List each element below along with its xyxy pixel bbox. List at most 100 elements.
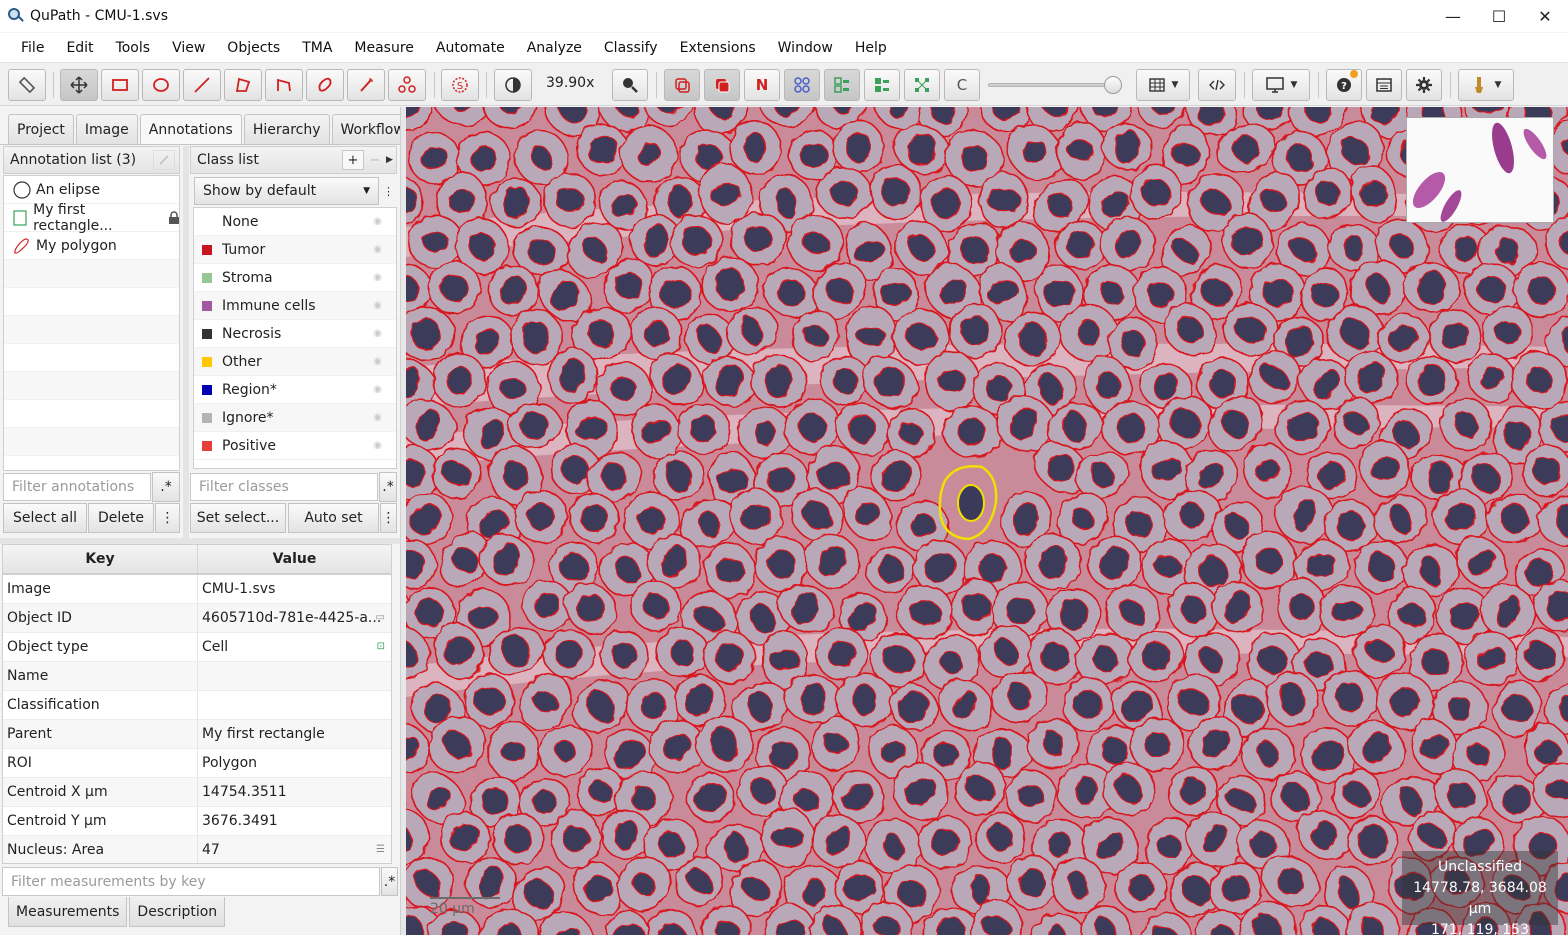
menu-tools[interactable]: Tools [105, 34, 162, 62]
image-viewer[interactable]: 20 µm Unclassified 14778.78, 3684.08 µm … [406, 107, 1568, 935]
show-tma-grid-button[interactable] [784, 69, 820, 101]
menu-objects[interactable]: Objects [216, 34, 291, 62]
menu-measure[interactable]: Measure [343, 34, 425, 62]
menu-classify[interactable]: Classify [593, 34, 669, 62]
table-row[interactable]: Nucleus: Area 47 ☰ [3, 836, 391, 863]
table-row[interactable]: Parent My first rectangle [3, 720, 391, 749]
annotation-item[interactable]: My polygon [4, 232, 179, 260]
opacity-slider-thumb[interactable] [1104, 76, 1122, 94]
class-item-necrosis[interactable]: Necrosis ◉ [194, 320, 396, 348]
menu-window[interactable]: Window [767, 34, 844, 62]
extensions-menu-button[interactable]: ▼ [1458, 69, 1514, 101]
brightness-contrast-button[interactable] [494, 69, 532, 101]
rectangle-tool-button[interactable] [101, 69, 139, 101]
maximize-button[interactable]: ☐ [1476, 0, 1522, 32]
annotations-regex-toggle[interactable]: .* [152, 472, 180, 502]
viewer-options-button[interactable]: ▼ [1252, 69, 1310, 101]
annotation-list[interactable]: An elipse My first rectangle... My polyg… [3, 175, 180, 471]
filter-classes-input[interactable]: Filter classes [190, 473, 378, 501]
show-detections-button[interactable] [824, 69, 860, 101]
points-tool-button[interactable] [388, 69, 426, 101]
line-tool-button[interactable] [183, 69, 221, 101]
annotations-more-button[interactable]: ⋮ [155, 503, 180, 533]
tab-description[interactable]: Description [129, 897, 226, 927]
filter-annotations-input[interactable]: Filter annotations [3, 473, 151, 501]
fill-annotations-button[interactable] [704, 69, 740, 101]
annotation-item[interactable]: My first rectangle... [4, 202, 179, 234]
minimize-button[interactable]: — [1430, 0, 1476, 32]
tissue-image[interactable] [406, 107, 1568, 935]
table-row[interactable]: Object ID 4605710d-781e-4425-a... ▭ [3, 604, 391, 633]
annotation-item[interactable]: An elipse [4, 176, 179, 204]
zoom-to-fit-button[interactable] [612, 69, 648, 101]
class-item-other[interactable]: Other ◉ [194, 348, 396, 376]
measurements-regex-toggle[interactable]: .* [381, 867, 398, 896]
menu-view[interactable]: View [161, 34, 216, 62]
class-menu-arrow-icon[interactable]: ▶ [386, 155, 396, 165]
menu-edit[interactable]: Edit [55, 34, 104, 62]
overview-thumbnail[interactable] [1406, 117, 1554, 223]
show-annotations-button[interactable] [664, 69, 700, 101]
move-tool-button[interactable] [60, 69, 98, 101]
id-card-icon[interactable]: ▭ [376, 612, 385, 623]
remove-class-button[interactable]: − [364, 150, 386, 170]
menu-analyze[interactable]: Analyze [516, 34, 593, 62]
eye-icon[interactable]: ◉ [373, 272, 382, 283]
show-names-button[interactable]: N [744, 69, 780, 101]
eye-icon[interactable]: ◉ [373, 244, 382, 255]
edit-annotation-button[interactable] [153, 150, 175, 170]
auto-set-button[interactable]: Auto set [288, 503, 379, 533]
polygon-tool-button[interactable] [224, 69, 262, 101]
selection-mode-button[interactable]: S [441, 69, 479, 101]
class-list[interactable]: None ◉ Tumor ◉ Stroma ◉ Immune cells ◉ N… [193, 207, 397, 469]
table-row[interactable]: ROI Polygon [3, 749, 391, 778]
menu-tma[interactable]: TMA [291, 34, 343, 62]
class-item-immune-cells[interactable]: Immune cells ◉ [194, 292, 396, 320]
eye-icon[interactable]: ◉ [373, 328, 382, 339]
preferences-button[interactable] [1406, 69, 1442, 101]
close-button[interactable]: ✕ [1522, 0, 1568, 32]
polyline-tool-button[interactable] [265, 69, 303, 101]
show-connections-button[interactable] [904, 69, 940, 101]
menu-automate[interactable]: Automate [425, 34, 516, 62]
show-analysis-pane-button[interactable] [8, 69, 46, 101]
classes-regex-toggle[interactable]: .* [379, 472, 397, 502]
value-column-header[interactable]: Value [198, 545, 391, 573]
tab-hierarchy[interactable]: Hierarchy [243, 114, 330, 144]
class-item-none[interactable]: None ◉ [194, 208, 396, 236]
menu-extensions[interactable]: Extensions [669, 34, 767, 62]
pane-divider[interactable] [183, 146, 189, 538]
eye-icon[interactable]: ◉ [373, 384, 382, 395]
filter-measurements-input[interactable]: Filter measurements by key [2, 867, 380, 896]
opacity-slider-track[interactable] [988, 83, 1112, 87]
menu-file[interactable]: File [0, 34, 55, 62]
table-row[interactable]: Image CMU-1.svs [3, 575, 391, 604]
fill-detections-button[interactable] [864, 69, 900, 101]
tab-measurements[interactable]: Measurements [8, 897, 128, 927]
classes-more-button[interactable]: ⋮ [380, 503, 397, 533]
log-button[interactable] [1366, 69, 1402, 101]
tab-image[interactable]: Image [75, 114, 138, 144]
wand-tool-button[interactable] [347, 69, 385, 101]
eye-icon[interactable]: ◉ [373, 440, 382, 451]
table-row[interactable]: Name [3, 662, 391, 691]
class-item-region[interactable]: Region* ◉ [194, 376, 396, 404]
class-item-stroma[interactable]: Stroma ◉ [194, 264, 396, 292]
tab-annotations[interactable]: Annotations [139, 114, 242, 144]
brush-tool-button[interactable] [306, 69, 344, 101]
eye-icon[interactable]: ◉ [373, 412, 382, 423]
table-row[interactable]: Centroid X µm 14754.3511 [3, 778, 391, 807]
class-item-ignore[interactable]: Ignore* ◉ [194, 404, 396, 432]
eye-icon[interactable]: ◉ [373, 216, 382, 227]
select-all-button[interactable]: Select all [3, 503, 87, 533]
table-row[interactable]: Centroid Y µm 3676.3491 [3, 807, 391, 836]
key-column-header[interactable]: Key [3, 545, 198, 573]
class-item-positive[interactable]: Positive ◉ [194, 432, 396, 460]
class-options-more[interactable]: ⋮ [380, 177, 397, 205]
table-row[interactable]: Classification [3, 691, 391, 720]
list-icon[interactable]: ☰ [376, 844, 385, 855]
class-item-tumor[interactable]: Tumor ◉ [194, 236, 396, 264]
menu-help[interactable]: Help [844, 34, 898, 62]
tab-project[interactable]: Project [8, 114, 74, 144]
set-selected-button[interactable]: Set select... [190, 503, 286, 533]
